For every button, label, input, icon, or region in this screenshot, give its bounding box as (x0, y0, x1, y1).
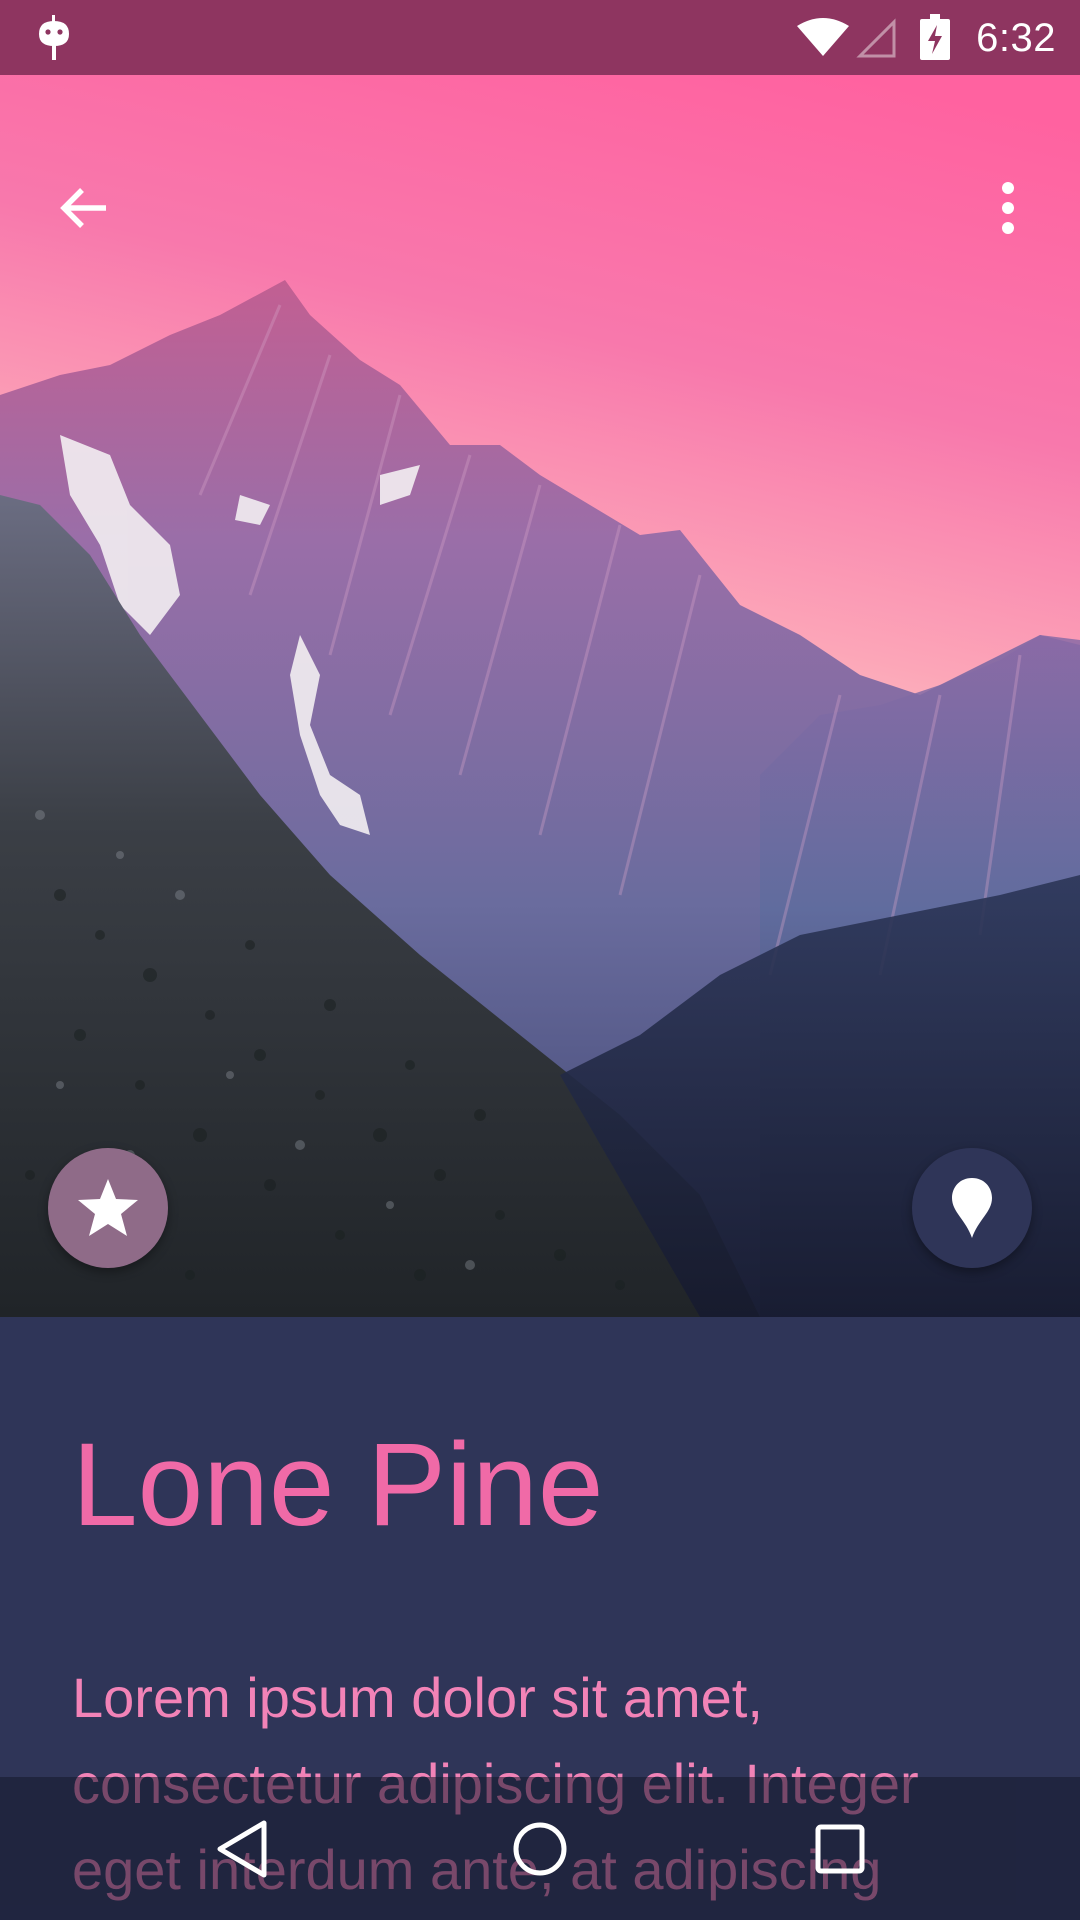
more-vert-icon (1002, 182, 1014, 234)
status-bar: 6:32 (0, 0, 1080, 75)
back-button[interactable] (36, 160, 132, 256)
favorite-button[interactable] (48, 1148, 168, 1268)
nav-back-button[interactable] (172, 1777, 312, 1920)
nav-home-button[interactable] (470, 1777, 610, 1920)
back-triangle-icon (217, 1820, 267, 1877)
android-icon (39, 15, 69, 60)
nav-recents-button[interactable] (770, 1777, 910, 1920)
arrow-back-icon (60, 188, 106, 228)
map-pin-icon (952, 1178, 992, 1238)
signal-icon (856, 18, 896, 58)
navigation-bar (0, 1777, 1080, 1920)
status-clock: 6:32 (976, 16, 1056, 60)
place-title: Lone Pine (72, 1419, 604, 1551)
app-screen: 6:32 Lone Pine Lorem ipsum dolor sit ame… (0, 0, 1080, 1920)
more-options-button[interactable] (960, 160, 1056, 256)
location-button[interactable] (912, 1148, 1032, 1268)
hero-image (0, 75, 1080, 1317)
star-icon (78, 1179, 138, 1236)
home-circle-icon (513, 1822, 567, 1875)
wifi-icon (797, 18, 849, 56)
battery-charging-icon (920, 14, 950, 60)
recents-square-icon (815, 1824, 865, 1873)
mountain-landscape-image (0, 75, 1080, 1317)
